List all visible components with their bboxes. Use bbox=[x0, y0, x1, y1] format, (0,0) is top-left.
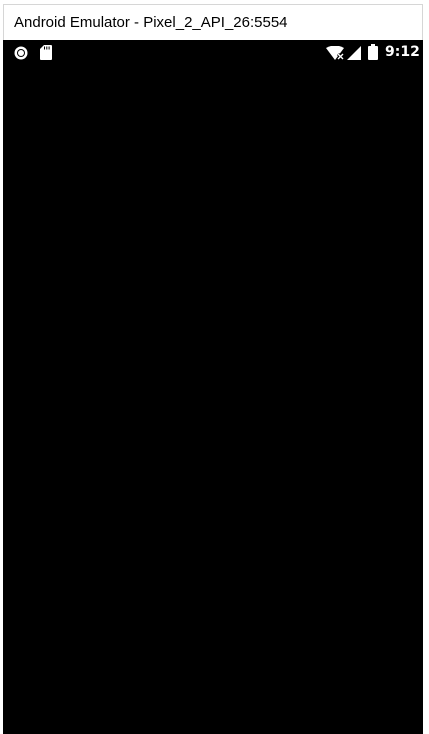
battery-icon bbox=[368, 44, 378, 60]
window-title: Android Emulator - Pixel_2_API_26:5554 bbox=[14, 14, 288, 31]
window-title-bar[interactable]: Android Emulator - Pixel_2_API_26:5554 bbox=[3, 4, 423, 40]
emulator-window: Android Emulator - Pixel_2_API_26:5554 9… bbox=[0, 0, 429, 734]
status-bar-time: 9:12 bbox=[385, 44, 420, 60]
record-icon bbox=[14, 46, 28, 60]
wifi-no-internet-icon bbox=[325, 45, 345, 61]
status-bar[interactable]: 9:12 bbox=[3, 40, 423, 66]
app-content-area[interactable] bbox=[3, 66, 423, 734]
cellular-signal-icon bbox=[347, 46, 361, 60]
sd-card-icon bbox=[40, 45, 52, 60]
device-screen[interactable]: 9:12 bbox=[3, 40, 423, 734]
